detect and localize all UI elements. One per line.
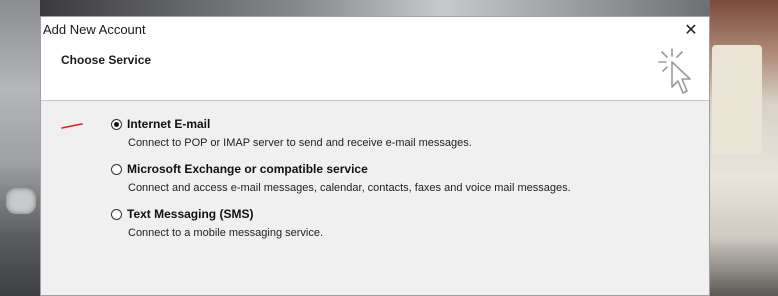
page-title: Choose Service <box>61 53 152 67</box>
option-label[interactable]: Microsoft Exchange or compatible service <box>127 162 368 176</box>
title-bar: Add New Account ✕ <box>41 17 709 43</box>
car-door-handle <box>6 188 36 214</box>
annotation-underline-mark <box>61 123 83 129</box>
option-description: Connect to a mobile messaging service. <box>128 227 324 239</box>
radio-sms[interactable] <box>111 209 122 220</box>
option-label[interactable]: Text Messaging (SMS) <box>127 207 253 221</box>
option-description: Connect to POP or IMAP server to send an… <box>128 137 472 149</box>
close-button[interactable]: ✕ <box>673 17 709 43</box>
window-title: Add New Account <box>43 22 146 37</box>
add-account-dialog: Add New Account ✕ Choose Service Interne… <box>40 16 710 296</box>
background-photo-left <box>0 0 40 296</box>
background-photo-top <box>40 0 710 16</box>
option-label[interactable]: Internet E-mail <box>127 117 210 131</box>
option-description: Connect and access e-mail messages, cale… <box>128 182 571 194</box>
background-object <box>712 45 762 155</box>
radio-exchange[interactable] <box>111 164 122 175</box>
radio-internet-email[interactable] <box>111 119 122 130</box>
wizard-header: Choose Service <box>41 43 709 101</box>
close-icon: ✕ <box>684 22 698 39</box>
wizard-cursor-icon <box>658 48 691 94</box>
